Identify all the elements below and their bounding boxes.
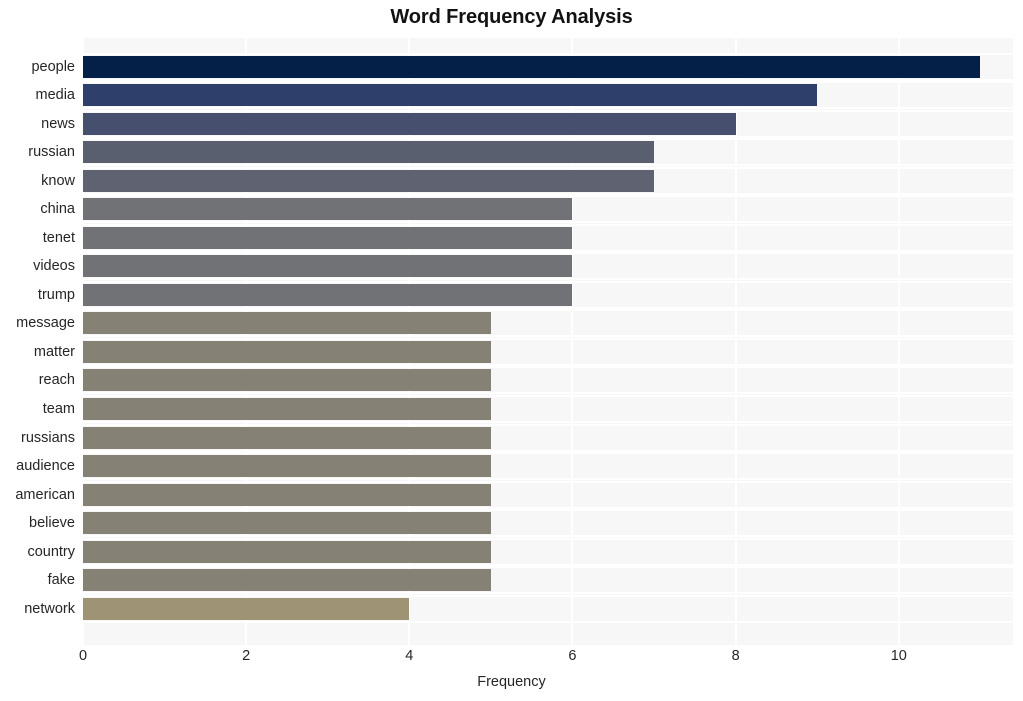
y-axis-tick-label: country: [27, 543, 75, 560]
y-axis-tick-label: china: [40, 201, 75, 218]
gridline-horizontal: [83, 309, 1013, 312]
x-axis-tick-label: 10: [890, 648, 907, 664]
y-axis-tick-label: believe: [29, 515, 75, 532]
bar: [83, 255, 573, 278]
y-axis-tick-label: team: [42, 400, 75, 417]
word-frequency-bar-chart: Word Frequency Analysis people media news r…: [0, 0, 1023, 701]
bar: [83, 112, 736, 135]
x-axis-tick-label: 4: [405, 648, 414, 664]
x-axis-tick-label: 8: [731, 648, 740, 664]
bar: [83, 455, 491, 478]
bar: [83, 198, 573, 221]
gridline-horizontal: [83, 337, 1013, 340]
y-axis-tick-label: message: [16, 315, 75, 332]
x-axis-title: Frequency: [477, 674, 546, 690]
y-axis-tick-label: russians: [21, 429, 75, 446]
y-axis-tick-label: tenet: [42, 229, 75, 246]
y-axis-tick-label: matter: [33, 343, 75, 360]
gridline-horizontal: [83, 620, 1013, 623]
bar: [83, 597, 410, 620]
bar: [83, 426, 491, 449]
gridline-horizontal: [83, 423, 1013, 426]
gridline-horizontal: [83, 594, 1013, 597]
y-axis-tick-label: people: [31, 58, 75, 75]
y-axis-tick-label: media: [35, 87, 76, 104]
gridline-horizontal: [83, 223, 1013, 226]
gridline-horizontal: [83, 166, 1013, 169]
y-axis-tick-label: fake: [47, 572, 75, 589]
bar: [83, 483, 491, 506]
gridline-horizontal: [83, 394, 1013, 397]
bar: [83, 283, 573, 306]
x-axis-tick-labels: 0 2 4 6 8 10: [0, 648, 1023, 670]
gridline-horizontal: [83, 366, 1013, 369]
x-axis-tick-label: 2: [242, 648, 251, 664]
gridline-horizontal: [83, 252, 1013, 255]
y-axis-tick-label: videos: [33, 258, 75, 275]
y-axis-tick-label: reach: [38, 372, 75, 389]
gridline-horizontal: [83, 81, 1013, 84]
bar: [83, 512, 491, 535]
gridline-horizontal: [83, 566, 1013, 569]
bar: [83, 540, 491, 563]
bar: [83, 312, 491, 335]
bar: [83, 397, 491, 420]
plot-area: [82, 38, 1013, 645]
bar: [83, 169, 655, 192]
bar: [83, 569, 491, 592]
y-axis-tick-label: audience: [16, 458, 75, 475]
y-axis-tick-label: network: [24, 600, 75, 617]
x-axis-tick-label: 6: [568, 648, 577, 664]
gridline-horizontal: [83, 480, 1013, 483]
y-axis-tick-label: news: [41, 115, 75, 132]
bar: [83, 226, 573, 249]
x-axis-tick-label: 0: [78, 648, 88, 664]
gridline-horizontal: [83, 452, 1013, 455]
gridline-horizontal: [83, 109, 1013, 112]
y-axis-tick-label: american: [15, 486, 75, 503]
gridline-horizontal: [83, 280, 1013, 283]
bar: [83, 141, 655, 164]
gridline-horizontal: [83, 52, 1013, 55]
bar: [83, 55, 981, 78]
y-axis-tick-label: russian: [28, 144, 75, 161]
gridline-horizontal: [83, 195, 1013, 198]
bar: [83, 84, 818, 107]
y-axis-labels: people media news russian know china tenet vide…: [0, 38, 75, 645]
bar: [83, 340, 491, 363]
bar: [83, 369, 491, 392]
gridline-horizontal: [83, 509, 1013, 512]
y-axis-tick-label: trump: [37, 286, 75, 303]
gridline-horizontal: [83, 138, 1013, 141]
chart-title: Word Frequency Analysis: [390, 6, 633, 28]
gridline-vertical: [897, 38, 900, 645]
gridline-horizontal: [83, 537, 1013, 540]
y-axis-tick-label: know: [41, 172, 75, 189]
